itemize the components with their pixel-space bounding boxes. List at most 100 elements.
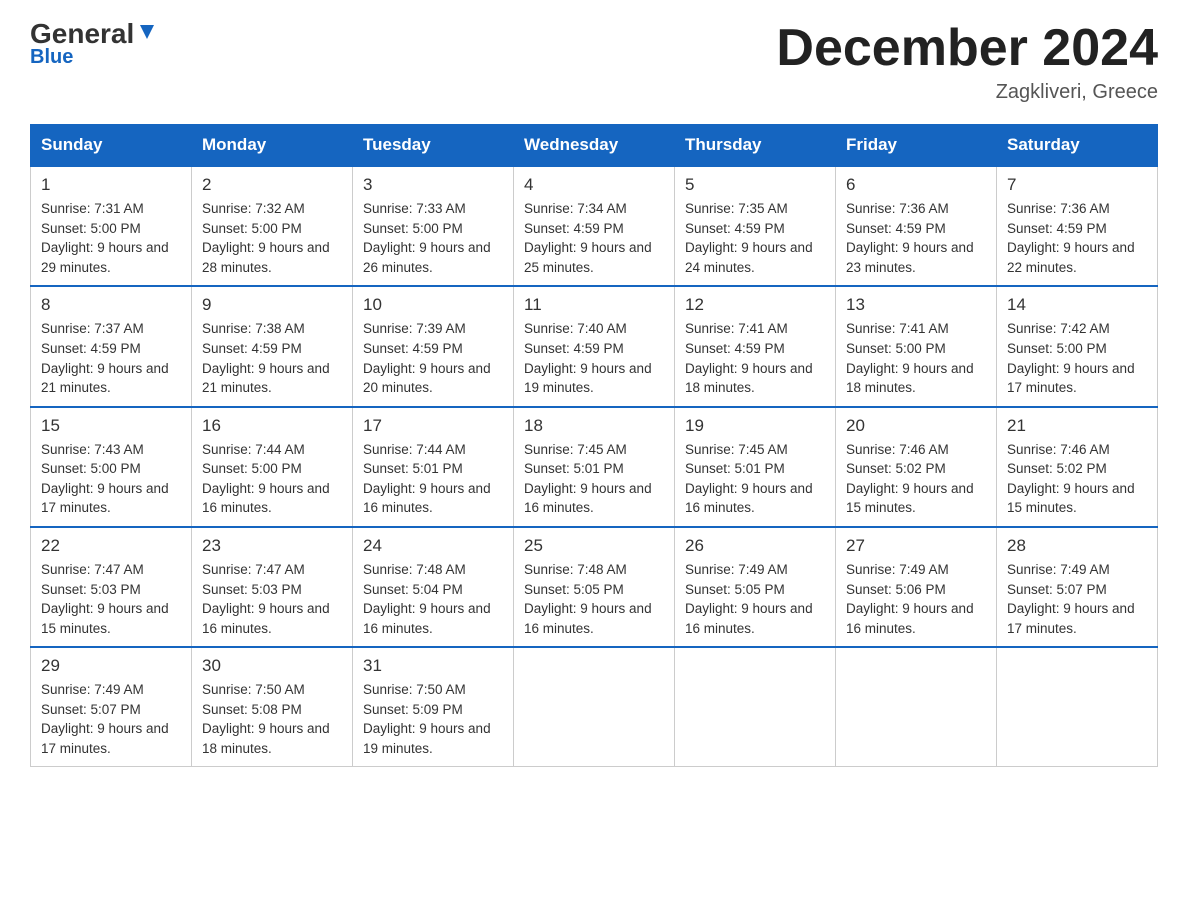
daylight-line: Daylight: 9 hours and 18 minutes.	[202, 719, 342, 758]
daylight-line: Daylight: 9 hours and 15 minutes.	[41, 599, 181, 638]
title-section: December 2024 Zagkliveri, Greece	[776, 20, 1158, 104]
calendar-cell: 27 Sunrise: 7:49 AM Sunset: 5:06 PM Dayl…	[836, 527, 997, 647]
sunset-line: Sunset: 5:01 PM	[524, 459, 664, 479]
month-title: December 2024	[776, 20, 1158, 77]
calendar-cell: 31 Sunrise: 7:50 AM Sunset: 5:09 PM Dayl…	[353, 647, 514, 767]
daylight-line: Daylight: 9 hours and 16 minutes.	[524, 599, 664, 638]
calendar-table: Sunday Monday Tuesday Wednesday Thursday…	[30, 124, 1158, 767]
day-number: 23	[202, 536, 342, 556]
calendar-cell: 13 Sunrise: 7:41 AM Sunset: 5:00 PM Dayl…	[836, 286, 997, 406]
daylight-line: Daylight: 9 hours and 15 minutes.	[1007, 479, 1147, 518]
sunrise-line: Sunrise: 7:39 AM	[363, 319, 503, 339]
calendar-cell: 7 Sunrise: 7:36 AM Sunset: 4:59 PM Dayli…	[997, 166, 1158, 286]
calendar-cell: 24 Sunrise: 7:48 AM Sunset: 5:04 PM Dayl…	[353, 527, 514, 647]
calendar-cell	[997, 647, 1158, 767]
day-number: 12	[685, 295, 825, 315]
sunrise-line: Sunrise: 7:48 AM	[363, 560, 503, 580]
daylight-line: Daylight: 9 hours and 26 minutes.	[363, 238, 503, 277]
sunrise-line: Sunrise: 7:48 AM	[524, 560, 664, 580]
calendar-cell	[514, 647, 675, 767]
calendar-cell: 3 Sunrise: 7:33 AM Sunset: 5:00 PM Dayli…	[353, 166, 514, 286]
day-number: 17	[363, 416, 503, 436]
day-number: 4	[524, 175, 664, 195]
daylight-line: Daylight: 9 hours and 17 minutes.	[41, 479, 181, 518]
sunset-line: Sunset: 5:04 PM	[363, 580, 503, 600]
daylight-line: Daylight: 9 hours and 21 minutes.	[202, 359, 342, 398]
location: Zagkliveri, Greece	[776, 81, 1158, 104]
day-number: 21	[1007, 416, 1147, 436]
calendar-cell: 9 Sunrise: 7:38 AM Sunset: 4:59 PM Dayli…	[192, 286, 353, 406]
day-number: 28	[1007, 536, 1147, 556]
daylight-line: Daylight: 9 hours and 21 minutes.	[41, 359, 181, 398]
sunrise-line: Sunrise: 7:33 AM	[363, 199, 503, 219]
day-number: 18	[524, 416, 664, 436]
col-wednesday: Wednesday	[514, 125, 675, 167]
day-number: 27	[846, 536, 986, 556]
calendar-cell: 1 Sunrise: 7:31 AM Sunset: 5:00 PM Dayli…	[31, 166, 192, 286]
sunrise-line: Sunrise: 7:49 AM	[1007, 560, 1147, 580]
calendar-cell: 22 Sunrise: 7:47 AM Sunset: 5:03 PM Dayl…	[31, 527, 192, 647]
daylight-line: Daylight: 9 hours and 29 minutes.	[41, 238, 181, 277]
calendar-cell: 25 Sunrise: 7:48 AM Sunset: 5:05 PM Dayl…	[514, 527, 675, 647]
daylight-line: Daylight: 9 hours and 17 minutes.	[41, 719, 181, 758]
sunset-line: Sunset: 4:59 PM	[41, 339, 181, 359]
day-number: 30	[202, 656, 342, 676]
day-number: 6	[846, 175, 986, 195]
calendar-cell: 8 Sunrise: 7:37 AM Sunset: 4:59 PM Dayli…	[31, 286, 192, 406]
daylight-line: Daylight: 9 hours and 17 minutes.	[1007, 599, 1147, 638]
day-number: 24	[363, 536, 503, 556]
sunrise-line: Sunrise: 7:46 AM	[1007, 440, 1147, 460]
calendar-cell: 15 Sunrise: 7:43 AM Sunset: 5:00 PM Dayl…	[31, 407, 192, 527]
day-number: 1	[41, 175, 181, 195]
calendar-cell	[675, 647, 836, 767]
sunset-line: Sunset: 4:59 PM	[685, 339, 825, 359]
col-friday: Friday	[836, 125, 997, 167]
week-row-2: 8 Sunrise: 7:37 AM Sunset: 4:59 PM Dayli…	[31, 286, 1158, 406]
sunset-line: Sunset: 5:05 PM	[685, 580, 825, 600]
daylight-line: Daylight: 9 hours and 19 minutes.	[524, 359, 664, 398]
sunset-line: Sunset: 4:59 PM	[202, 339, 342, 359]
calendar-cell: 17 Sunrise: 7:44 AM Sunset: 5:01 PM Dayl…	[353, 407, 514, 527]
sunrise-line: Sunrise: 7:47 AM	[41, 560, 181, 580]
daylight-line: Daylight: 9 hours and 16 minutes.	[363, 479, 503, 518]
calendar-cell: 10 Sunrise: 7:39 AM Sunset: 4:59 PM Dayl…	[353, 286, 514, 406]
calendar-cell: 18 Sunrise: 7:45 AM Sunset: 5:01 PM Dayl…	[514, 407, 675, 527]
day-number: 15	[41, 416, 181, 436]
calendar-cell: 14 Sunrise: 7:42 AM Sunset: 5:00 PM Dayl…	[997, 286, 1158, 406]
calendar-cell: 29 Sunrise: 7:49 AM Sunset: 5:07 PM Dayl…	[31, 647, 192, 767]
sunset-line: Sunset: 5:06 PM	[846, 580, 986, 600]
sunrise-line: Sunrise: 7:50 AM	[202, 680, 342, 700]
daylight-line: Daylight: 9 hours and 28 minutes.	[202, 238, 342, 277]
sunrise-line: Sunrise: 7:45 AM	[685, 440, 825, 460]
sunset-line: Sunset: 5:00 PM	[202, 219, 342, 239]
daylight-line: Daylight: 9 hours and 15 minutes.	[846, 479, 986, 518]
sunrise-line: Sunrise: 7:35 AM	[685, 199, 825, 219]
day-number: 2	[202, 175, 342, 195]
week-row-1: 1 Sunrise: 7:31 AM Sunset: 5:00 PM Dayli…	[31, 166, 1158, 286]
daylight-line: Daylight: 9 hours and 22 minutes.	[1007, 238, 1147, 277]
day-number: 26	[685, 536, 825, 556]
calendar-cell: 2 Sunrise: 7:32 AM Sunset: 5:00 PM Dayli…	[192, 166, 353, 286]
daylight-line: Daylight: 9 hours and 16 minutes.	[846, 599, 986, 638]
sunset-line: Sunset: 4:59 PM	[685, 219, 825, 239]
sunrise-line: Sunrise: 7:50 AM	[363, 680, 503, 700]
sunset-line: Sunset: 5:01 PM	[685, 459, 825, 479]
sunrise-line: Sunrise: 7:36 AM	[846, 199, 986, 219]
calendar-cell: 19 Sunrise: 7:45 AM Sunset: 5:01 PM Dayl…	[675, 407, 836, 527]
day-number: 25	[524, 536, 664, 556]
sunset-line: Sunset: 4:59 PM	[524, 339, 664, 359]
sunset-line: Sunset: 5:00 PM	[41, 219, 181, 239]
calendar-cell: 21 Sunrise: 7:46 AM Sunset: 5:02 PM Dayl…	[997, 407, 1158, 527]
daylight-line: Daylight: 9 hours and 16 minutes.	[685, 599, 825, 638]
calendar-cell: 28 Sunrise: 7:49 AM Sunset: 5:07 PM Dayl…	[997, 527, 1158, 647]
daylight-line: Daylight: 9 hours and 16 minutes.	[524, 479, 664, 518]
sunrise-line: Sunrise: 7:49 AM	[846, 560, 986, 580]
calendar-cell: 4 Sunrise: 7:34 AM Sunset: 4:59 PM Dayli…	[514, 166, 675, 286]
sunset-line: Sunset: 5:08 PM	[202, 700, 342, 720]
day-number: 7	[1007, 175, 1147, 195]
logo-triangle-icon	[136, 21, 158, 43]
col-thursday: Thursday	[675, 125, 836, 167]
col-monday: Monday	[192, 125, 353, 167]
sunrise-line: Sunrise: 7:44 AM	[202, 440, 342, 460]
calendar-cell: 26 Sunrise: 7:49 AM Sunset: 5:05 PM Dayl…	[675, 527, 836, 647]
